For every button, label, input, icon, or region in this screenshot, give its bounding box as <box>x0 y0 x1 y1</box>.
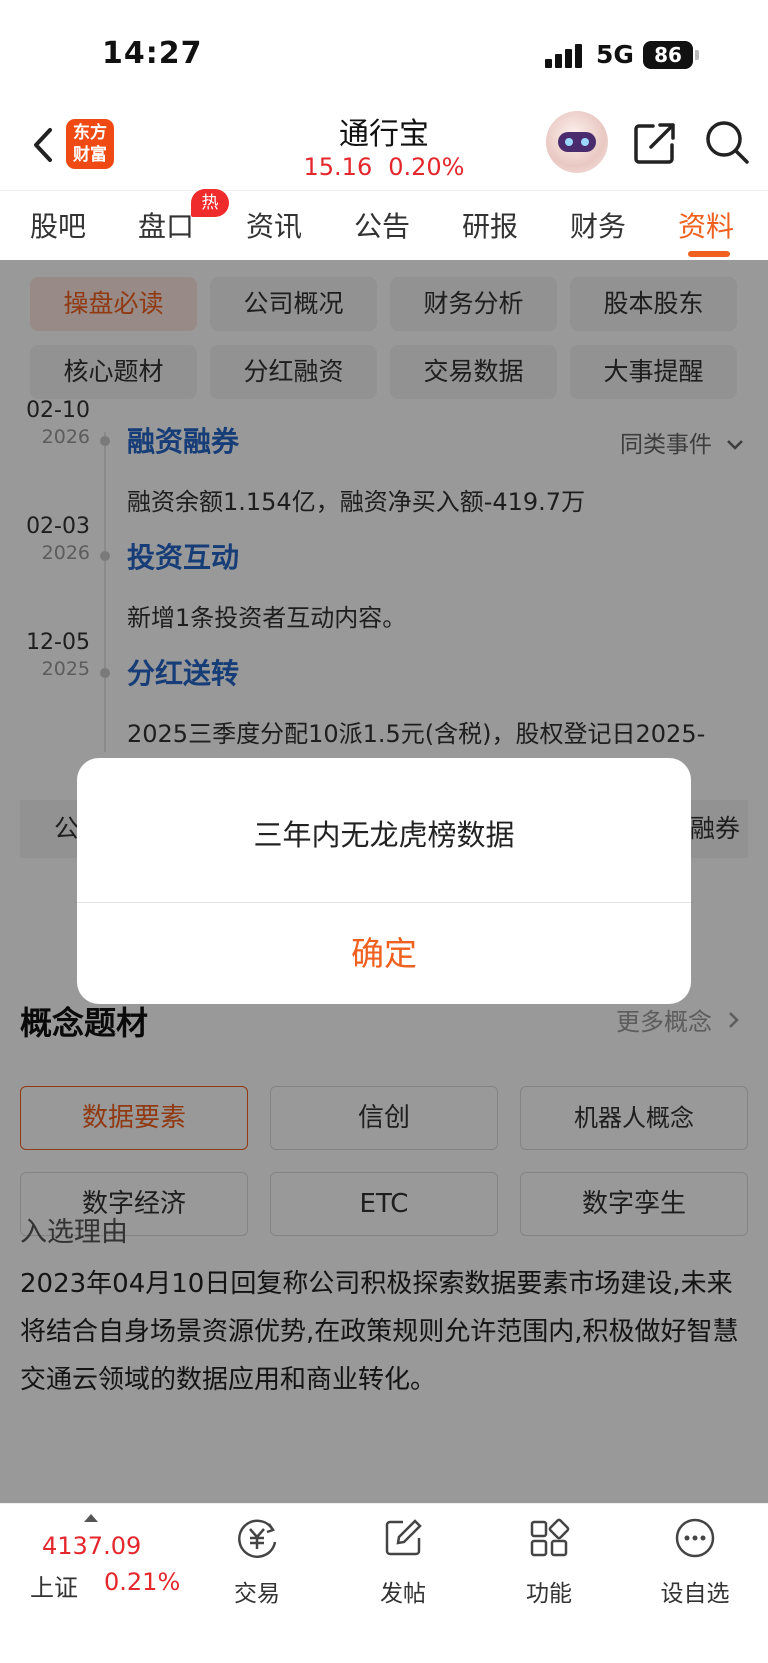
tab-profile[interactable]: 资料 <box>678 205 734 245</box>
tab-announcements[interactable]: 公告 <box>354 205 410 245</box>
share-icon[interactable] <box>633 121 677 165</box>
dialog-message: 三年内无龙虎榜数据 <box>253 818 515 852</box>
stock-header: 东方 财富 通行宝 15.16 0.20% <box>0 105 768 190</box>
more-dots-icon <box>675 1518 715 1558</box>
stock-change-pct: 0.20% <box>388 153 465 181</box>
nav-watchlist[interactable]: 设自选 <box>640 1516 750 1616</box>
hot-badge: 热 <box>191 189 229 217</box>
assistant-avatar[interactable] <box>546 111 608 173</box>
main-tabs: 股吧 盘口 热 资讯 公告 研报 财务 资料 <box>0 189 768 260</box>
battery-icon: 86 <box>643 41 693 69</box>
signal-icon <box>545 44 585 68</box>
battery-tip <box>695 50 699 60</box>
index-change-pct: 0.21% <box>104 1568 181 1596</box>
tab-guba[interactable]: 股吧 <box>30 205 86 245</box>
index-name: 上证 <box>30 1574 78 1602</box>
confirm-button[interactable]: 确定 <box>77 903 691 1004</box>
tab-news[interactable]: 资讯 <box>246 205 302 245</box>
tab-finance[interactable]: 财务 <box>570 205 626 245</box>
alert-dialog: 三年内无龙虎榜数据 确定 <box>77 758 691 1004</box>
index-value[interactable]: 4137.09 <box>42 1532 141 1560</box>
bottom-bar: 4137.09 上证 0.21% 交易 发帖 功能 设自选 <box>0 1503 768 1663</box>
network-type: 5G <box>596 40 634 69</box>
trade-yuan-icon <box>238 1519 277 1559</box>
edit-icon <box>385 1519 422 1556</box>
status-time: 14:27 <box>102 36 203 71</box>
nav-functions[interactable]: 功能 <box>494 1516 604 1616</box>
tab-research[interactable]: 研报 <box>462 205 518 245</box>
expand-arrow-icon[interactable] <box>84 1514 98 1522</box>
status-bar: 14:27 5G 86 <box>0 0 768 110</box>
nav-trade[interactable]: 交易 <box>202 1516 312 1616</box>
stock-price: 15.16 <box>303 153 373 181</box>
nav-post[interactable]: 发帖 <box>348 1516 458 1616</box>
active-tab-indicator <box>688 251 730 257</box>
search-icon[interactable] <box>704 119 750 165</box>
tab-pankou[interactable]: 盘口 <box>138 205 194 245</box>
grid-icon <box>530 1518 570 1557</box>
